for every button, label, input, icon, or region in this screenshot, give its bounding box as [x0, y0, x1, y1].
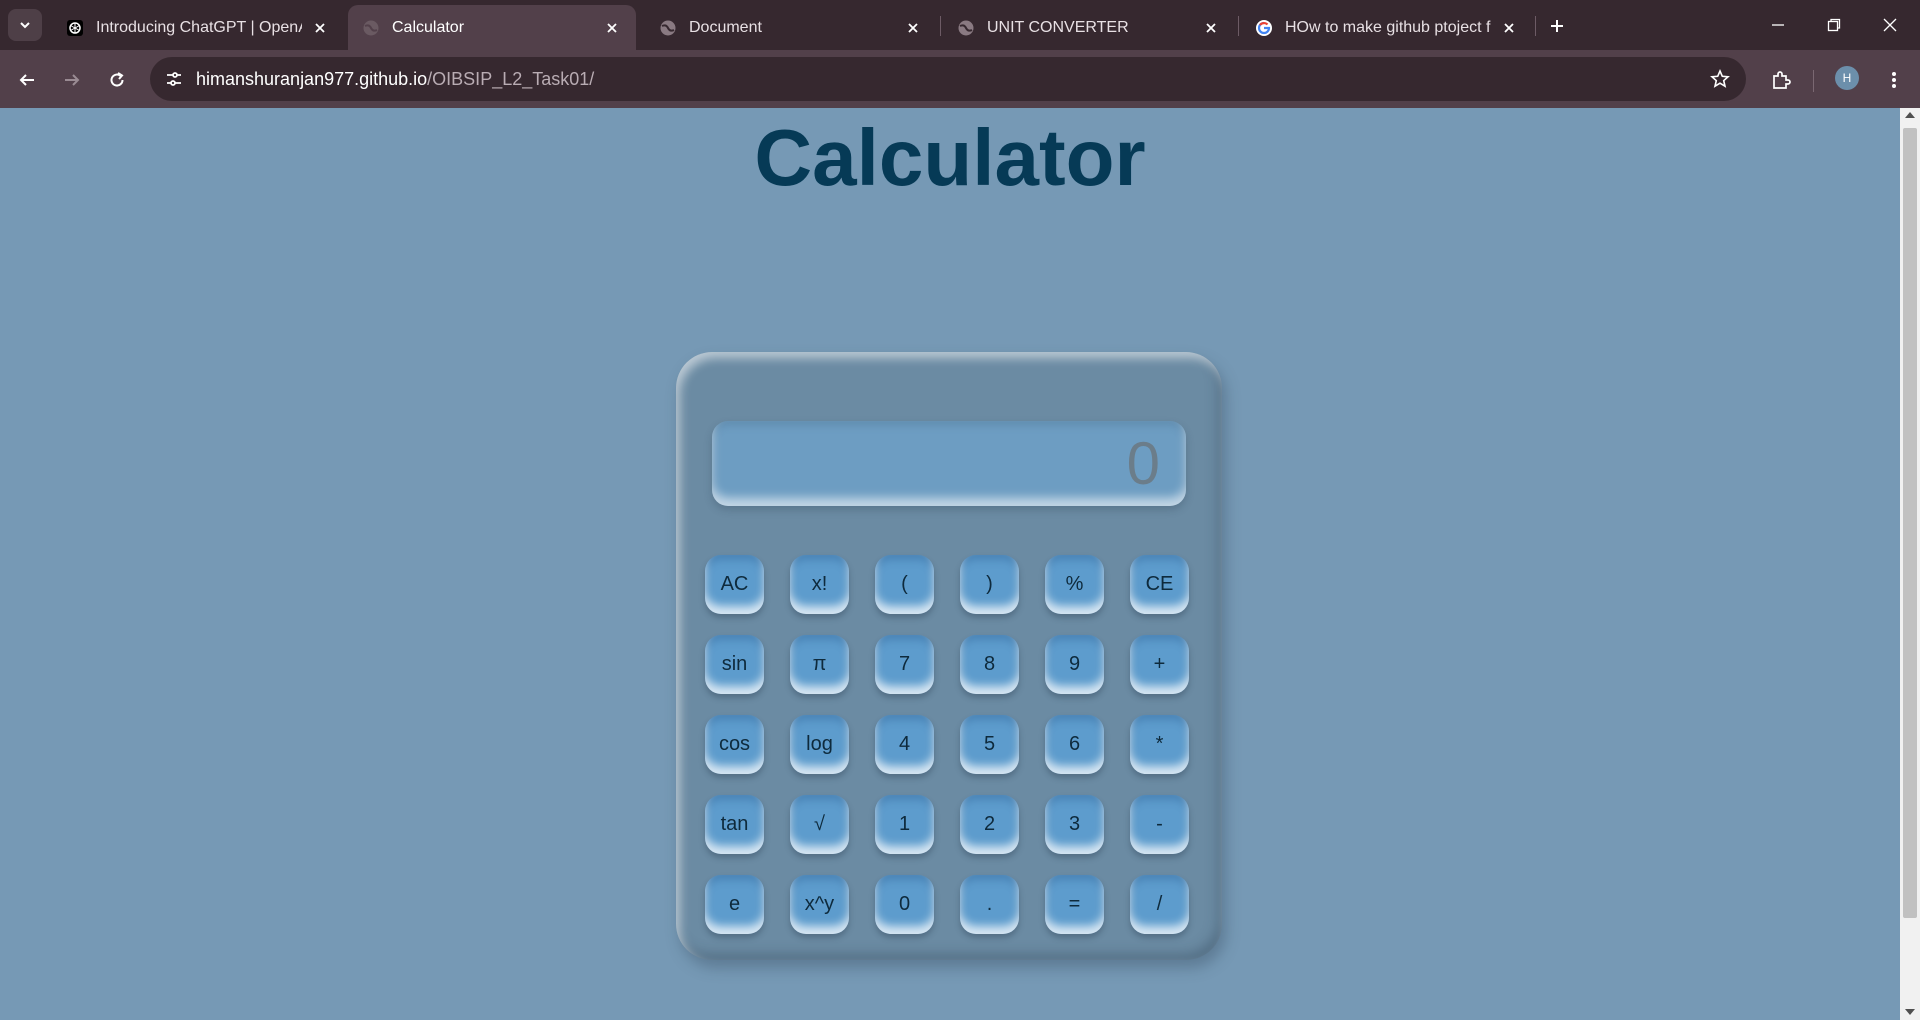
- address-bar[interactable]: himanshuranjan977.github.io/OIBSIP_L2_Ta…: [150, 57, 1746, 101]
- key-sin[interactable]: sin: [705, 635, 764, 694]
- key-3[interactable]: 3: [1045, 795, 1104, 854]
- toolbar-separator: [1813, 70, 1814, 92]
- tab-chatgpt[interactable]: Introducing ChatGPT | OpenAI: [52, 5, 344, 50]
- key-minus[interactable]: -: [1130, 795, 1189, 854]
- minimize-icon: [1772, 24, 1784, 26]
- key-2[interactable]: 2: [960, 795, 1019, 854]
- key-power[interactable]: x^y: [790, 875, 849, 934]
- tab-strip: Introducing ChatGPT | OpenAI Calculator …: [0, 0, 1920, 50]
- globe-icon: [659, 19, 677, 37]
- minimize-button[interactable]: [1750, 0, 1806, 50]
- key-5[interactable]: 5: [960, 715, 1019, 774]
- page-scrollbar[interactable]: [1900, 108, 1920, 1020]
- tab-separator: [940, 16, 941, 36]
- key-9[interactable]: 9: [1045, 635, 1104, 694]
- calculator: 0 AC x! ( ) % CE sin π 7 8 9 + cos log 4…: [676, 352, 1222, 960]
- profile-avatar[interactable]: H: [1835, 66, 1859, 90]
- google-icon: [1255, 19, 1273, 37]
- scroll-down-icon[interactable]: [1905, 1009, 1915, 1015]
- close-icon[interactable]: [1499, 18, 1519, 38]
- globe-icon: [957, 19, 975, 37]
- key-clear-entry[interactable]: CE: [1130, 555, 1189, 614]
- key-4[interactable]: 4: [875, 715, 934, 774]
- key-8[interactable]: 8: [960, 635, 1019, 694]
- forward-button[interactable]: [55, 63, 89, 97]
- star-icon: [1710, 69, 1730, 88]
- tab-title: UNIT CONVERTER: [987, 18, 1129, 36]
- url-host: himanshuranjan977.github.io: [196, 69, 428, 89]
- key-equals[interactable]: =: [1045, 875, 1104, 934]
- tab-title: HOw to make github ptoject fro: [1285, 18, 1491, 36]
- scrollbar-thumb[interactable]: [1903, 128, 1917, 918]
- key-cos[interactable]: cos: [705, 715, 764, 774]
- tab-title: Document: [689, 18, 762, 36]
- key-sqrt[interactable]: √: [790, 795, 849, 854]
- bookmark-button[interactable]: [1708, 67, 1732, 91]
- key-open-paren[interactable]: (: [875, 555, 934, 614]
- close-icon: [1883, 18, 1897, 32]
- key-divide[interactable]: /: [1130, 875, 1189, 934]
- key-multiply[interactable]: *: [1130, 715, 1189, 774]
- url-text[interactable]: himanshuranjan977.github.io/OIBSIP_L2_Ta…: [196, 69, 594, 90]
- chevron-down-icon: [20, 22, 30, 29]
- key-1[interactable]: 1: [875, 795, 934, 854]
- key-pi[interactable]: π: [790, 635, 849, 694]
- page-viewport: Calculator 0 AC x! ( ) % CE sin π 7 8 9 …: [0, 108, 1900, 1020]
- key-tan[interactable]: tan: [705, 795, 764, 854]
- new-tab-button[interactable]: [1542, 11, 1572, 41]
- tab-unit-converter[interactable]: UNIT CONVERTER: [943, 5, 1235, 50]
- calculator-display: 0: [712, 421, 1186, 506]
- extensions-button[interactable]: [1764, 63, 1798, 97]
- arrow-right-icon: [65, 74, 80, 86]
- tab-title: Introducing ChatGPT | OpenAI: [96, 18, 302, 36]
- close-window-button[interactable]: [1862, 0, 1918, 50]
- tab-title: Calculator: [392, 18, 465, 36]
- calculator-keypad: AC x! ( ) % CE sin π 7 8 9 + cos log 4 5…: [705, 555, 1195, 934]
- restore-button[interactable]: [1806, 0, 1862, 50]
- tab-github-search[interactable]: HOw to make github ptoject fro: [1241, 5, 1533, 50]
- tab-calculator[interactable]: Calculator: [348, 5, 636, 50]
- key-decimal[interactable]: .: [960, 875, 1019, 934]
- tab-separator: [1238, 16, 1239, 36]
- key-close-paren[interactable]: ): [960, 555, 1019, 614]
- key-6[interactable]: 6: [1045, 715, 1104, 774]
- tab-separator: [1535, 16, 1536, 36]
- puzzle-icon: [1773, 71, 1791, 89]
- browser-toolbar: himanshuranjan977.github.io/OIBSIP_L2_Ta…: [0, 50, 1920, 108]
- scroll-up-icon[interactable]: [1905, 112, 1915, 118]
- key-0[interactable]: 0: [875, 875, 934, 934]
- tune-icon: [167, 72, 181, 86]
- plus-icon: [1551, 20, 1563, 32]
- reload-button[interactable]: [100, 63, 134, 97]
- restore-icon: [1827, 18, 1841, 32]
- browser-menu-button[interactable]: [1877, 63, 1911, 97]
- page-title: Calculator: [754, 113, 1146, 202]
- openai-icon: [66, 19, 84, 37]
- key-7[interactable]: 7: [875, 635, 934, 694]
- arrow-left-icon: [19, 74, 34, 86]
- key-all-clear[interactable]: AC: [705, 555, 764, 614]
- key-percent[interactable]: %: [1045, 555, 1104, 614]
- close-icon[interactable]: [1201, 18, 1221, 38]
- key-e[interactable]: e: [705, 875, 764, 934]
- close-icon[interactable]: [310, 18, 330, 38]
- key-factorial[interactable]: x!: [790, 555, 849, 614]
- site-info-button[interactable]: [158, 63, 190, 95]
- url-path: /OIBSIP_L2_Task01/: [427, 69, 595, 89]
- key-log[interactable]: log: [790, 715, 849, 774]
- close-icon[interactable]: [903, 18, 923, 38]
- reload-icon: [110, 72, 124, 87]
- tab-document[interactable]: Document: [645, 5, 937, 50]
- tab-search-button[interactable]: [8, 9, 42, 41]
- more-vert-icon: [1892, 72, 1896, 88]
- close-icon[interactable]: [602, 18, 622, 38]
- key-plus[interactable]: +: [1130, 635, 1189, 694]
- globe-icon: [362, 19, 380, 37]
- back-button[interactable]: [10, 63, 44, 97]
